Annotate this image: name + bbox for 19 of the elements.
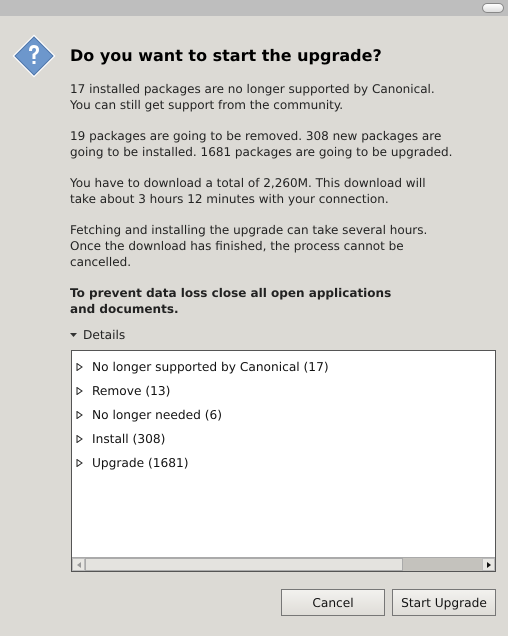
message-text: You have to download a total of 2,260M. This download will take about 3 hours 12 minutes with your connection. xyxy=(70,175,427,207)
horizontal-scrollbar[interactable] xyxy=(72,557,495,571)
tree-item[interactable]: Install (308) xyxy=(92,432,166,446)
message-text: Fetching and installing the upgrade can take several hours. Once the download has finished, the process cannot be cancelled. xyxy=(70,222,428,270)
tree-item[interactable]: No longer supported by Canonical (17) xyxy=(92,360,329,374)
message-text: To prevent data loss close all open applications and documents. xyxy=(70,285,392,317)
message-text: 17 installed packages are no longer supported by Canonical. You can still get support from the community. xyxy=(70,81,436,113)
start-button[interactable]: Start Upgrade xyxy=(392,589,496,616)
tree-item[interactable]: Remove (13) xyxy=(92,384,170,398)
cancel-button[interactable]: Cancel xyxy=(281,589,385,616)
details-expander[interactable]: Details xyxy=(70,328,126,342)
window-control[interactable] xyxy=(482,3,504,13)
scroll-left-icon[interactable] xyxy=(76,562,80,568)
tree-item[interactable]: Upgrade (1681) xyxy=(92,456,189,470)
scroll-right-icon[interactable] xyxy=(486,562,490,568)
question-icon xyxy=(12,32,56,78)
message-text: 19 packages are going to be removed. 308 new packages are going to be installed. 1681 packages are going to be upgraded. xyxy=(70,128,454,160)
dialog-title: Do you want to start the upgrade? xyxy=(70,46,383,65)
tree-item[interactable]: No longer needed (6) xyxy=(92,408,222,422)
